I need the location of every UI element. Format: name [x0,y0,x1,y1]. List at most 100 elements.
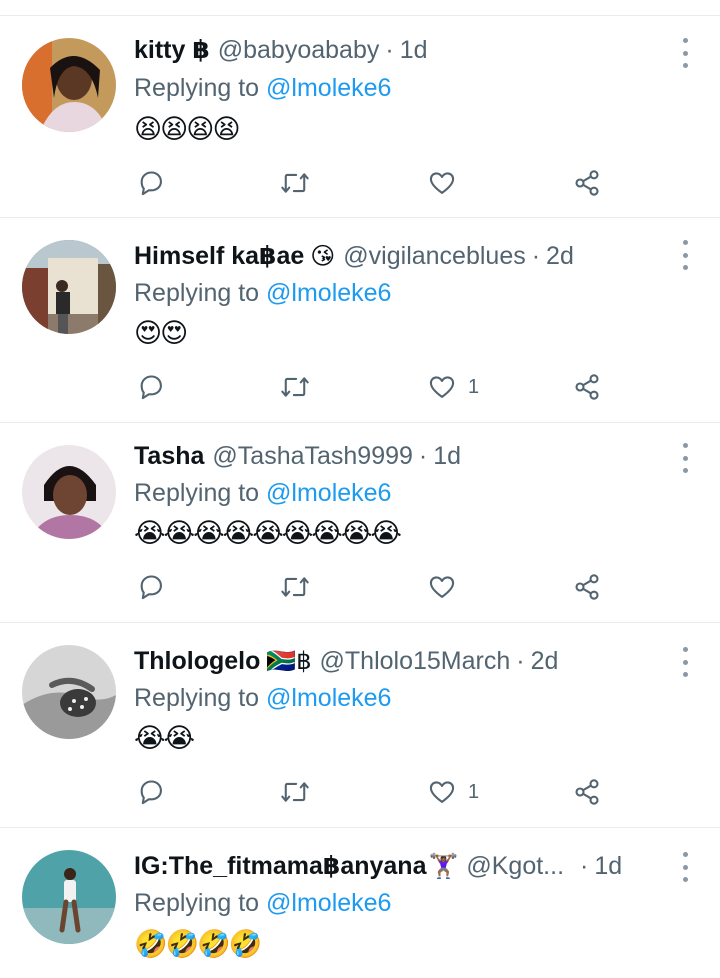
tweet-header: Tasha @TashaTash9999 · 1d [134,439,461,473]
avatar[interactable] [22,645,116,739]
like-button[interactable] [428,163,468,203]
like-icon [429,781,455,803]
timestamp[interactable]: 1d [594,852,622,881]
share-icon [575,170,599,196]
more-options-icon[interactable] [680,852,690,882]
tweet-header: IG:The_fitmama฿anyana 🏋🏾‍♀️ @Kgot... · 1… [134,849,622,883]
like-icon [429,172,455,194]
retweet-icon [281,377,309,397]
mention-link[interactable]: @lmoleke6 [266,279,391,307]
separator-dot: · [418,441,428,470]
timestamp[interactable]: 2d [546,242,574,271]
display-name[interactable]: Himself ka฿ae [134,241,304,271]
user-handle[interactable]: @Thlolo15March [320,647,511,676]
user-handle[interactable]: @Kgot... [466,852,564,881]
display-name[interactable]: Tasha [134,442,204,471]
separator-dot: · [516,646,525,675]
mention-link[interactable]: @lmoleke6 [266,74,391,102]
tweet-text: 😭😭😭😭😭😭😭😭😭 [134,518,402,548]
mention-link[interactable]: @lmoleke6 [266,479,391,507]
timestamp[interactable]: 2d [531,647,559,676]
avatar[interactable] [22,850,116,944]
action-bar [0,163,720,203]
replying-to: Replying to @lmoleke6 [134,889,391,918]
name-emoji: 😘 [310,242,336,270]
like-button[interactable]: 1 [428,772,479,812]
reply-icon [140,780,162,805]
mention-link[interactable]: @lmoleke6 [266,684,391,712]
separator-dot: · [385,35,394,64]
share-button[interactable] [573,567,601,607]
replying-to: Replying to @lmoleke6 [134,684,391,713]
separator-dot: · [531,241,541,270]
tweet-text: 😭😭 [134,723,195,753]
action-bar: 1 [0,367,720,407]
tweet-header: Himself ka฿ae 😘 @vigilanceblues · 2d [134,239,574,273]
reply-icon [140,375,162,400]
user-handle[interactable]: @babyoababy [218,36,380,65]
name-emoji: 🇿🇦฿ [266,647,312,675]
user-handle[interactable]: @vigilanceblues [343,242,525,271]
display-name[interactable]: kitty ฿ [134,35,210,65]
action-bar: 1 [0,772,720,812]
tweet-text: 🤣🤣🤣🤣 [134,929,262,959]
display-name[interactable]: IG:The_fitmama฿anyana [134,851,426,881]
replying-to-label: Replying to [134,74,260,102]
replying-to: Replying to @lmoleke6 [134,479,391,508]
avatar[interactable] [22,240,116,334]
retweet-icon [281,577,309,597]
retweet-icon [281,782,309,802]
more-options-icon[interactable] [680,240,690,270]
display-name[interactable]: Thlologelo [134,647,260,676]
separator-dot: · [580,851,589,880]
retweet-button[interactable] [280,367,310,407]
more-options-icon[interactable] [680,647,690,677]
avatar[interactable] [22,38,116,132]
like-count: 1 [468,780,480,803]
reply-tweet[interactable]: Himself ka฿ae 😘 @vigilanceblues · 2d Rep… [0,217,720,422]
mention-link[interactable]: @lmoleke6 [266,889,391,917]
replying-to: Replying to @lmoleke6 [134,279,391,308]
action-bar [0,567,720,607]
share-icon [575,779,599,805]
tweet-text: 😫😫😫😫 [134,114,241,144]
reply-icon [140,575,162,600]
avatar[interactable] [22,445,116,539]
reply-button[interactable] [137,367,165,407]
more-options-icon[interactable] [680,38,690,68]
reply-button[interactable] [137,567,165,607]
like-icon [429,376,455,398]
name-emoji: 🏋🏾‍♀️ [428,852,459,880]
replying-to: Replying to @lmoleke6 [134,74,391,103]
timestamp[interactable]: 1d [400,36,428,65]
like-button[interactable] [428,567,468,607]
timestamp[interactable]: 1d [433,442,461,471]
reply-tweet[interactable]: Tasha @TashaTash9999 · 1d Replying to @l… [0,422,720,622]
reply-button[interactable] [137,163,165,203]
replying-to-label: Replying to [134,479,260,507]
replying-to-label: Replying to [134,279,260,307]
reply-tweet[interactable]: kitty ฿ @babyoababy · 1d Replying to @lm… [0,15,720,217]
user-handle[interactable]: @TashaTash9999 [212,442,413,471]
retweet-button[interactable] [280,163,310,203]
retweet-button[interactable] [280,772,310,812]
share-button[interactable] [573,163,601,203]
tweet-header: Thlologelo 🇿🇦฿ @Thlolo15March · 2d [134,644,558,678]
tweet-text: 😍😍 [134,318,188,348]
like-count: 1 [468,375,480,398]
like-icon [429,576,455,598]
replying-to-label: Replying to [134,889,260,917]
reply-icon [140,171,162,196]
reply-tweet[interactable]: Thlologelo 🇿🇦฿ @Thlolo15March · 2d Reply… [0,622,720,827]
like-button[interactable]: 1 [428,367,479,407]
reply-button[interactable] [137,772,165,812]
tweet-header: kitty ฿ @babyoababy · 1d [134,33,428,67]
more-options-icon[interactable] [680,443,690,473]
share-button[interactable] [573,772,601,812]
replying-to-label: Replying to [134,684,260,712]
share-icon [575,374,599,400]
share-button[interactable] [573,367,601,407]
retweet-button[interactable] [280,567,310,607]
share-icon [575,574,599,600]
reply-tweet[interactable]: IG:The_fitmama฿anyana 🏋🏾‍♀️ @Kgot... · 1… [0,827,720,978]
